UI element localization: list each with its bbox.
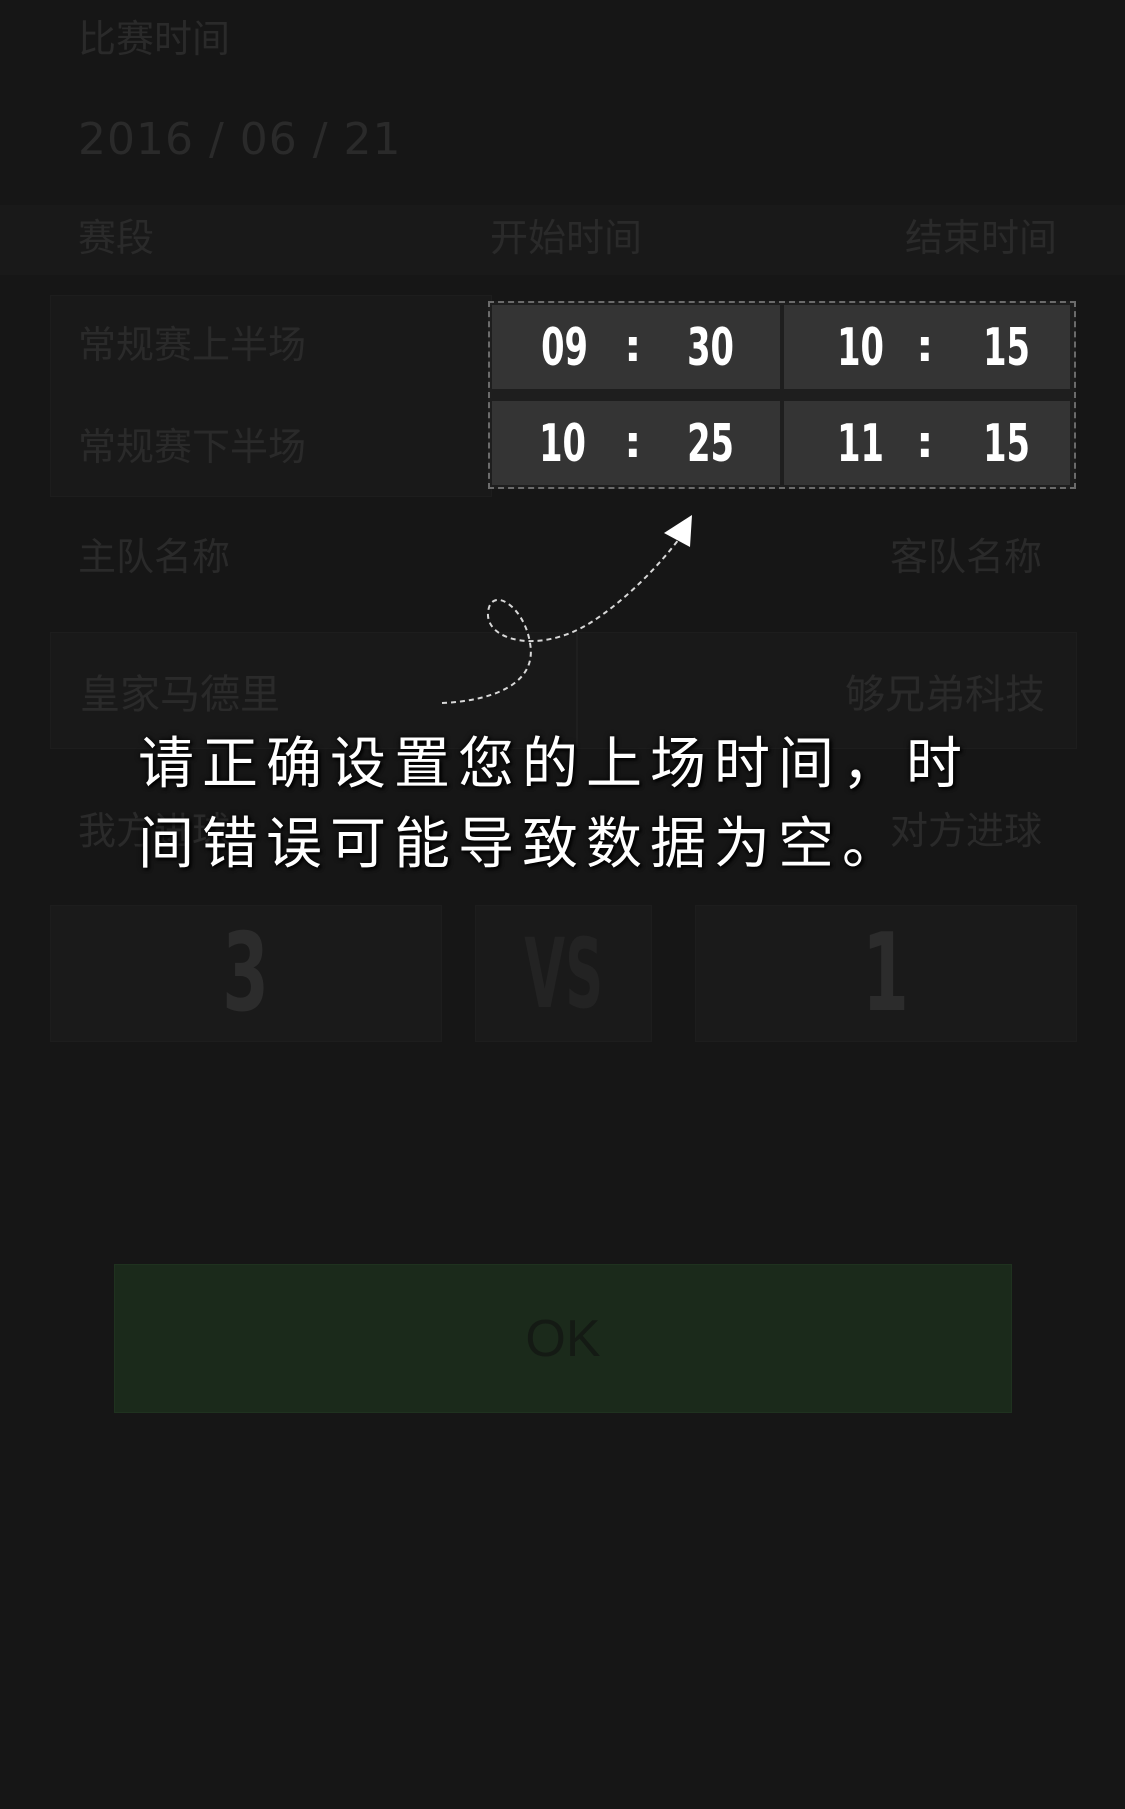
away-team-input[interactable]: 够兄弟科技 [845, 675, 1045, 715]
their-score-box[interactable]: 1 [695, 905, 1077, 1042]
end-time-column-header: 结束时间 [905, 216, 1058, 260]
first-half-start-hour[interactable]: 09 [541, 322, 588, 374]
period-label-second-half: 常规赛下半场 [78, 425, 307, 469]
second-half-end-time[interactable]: 11 : 15 [784, 401, 1070, 485]
home-team-input[interactable]: 皇家马德里 [80, 675, 280, 715]
our-score: 3 [222, 910, 270, 1036]
first-half-start-time[interactable]: 09 : 30 [492, 305, 780, 389]
hint-line-1: 请正确设置您的上场时间，时 [138, 732, 970, 797]
period-column-header: 赛段 [78, 216, 155, 260]
first-half-end-minute[interactable]: 15 [983, 322, 1030, 374]
second-half-end-minute[interactable]: 15 [983, 418, 1030, 470]
time-separator: : [916, 417, 934, 468]
start-time-column-header: 开始时间 [490, 216, 643, 260]
time-separator: : [624, 417, 642, 468]
match-time-label: 比赛时间 [78, 17, 231, 61]
first-half-end-hour[interactable]: 10 [837, 322, 884, 374]
second-half-start-time[interactable]: 10 : 25 [492, 401, 780, 485]
their-score: 1 [862, 910, 910, 1036]
time-separator: : [916, 321, 934, 372]
vs-label: VS [524, 917, 603, 1030]
hint-line-2: 间错误可能导致数据为空。 [138, 812, 906, 877]
second-half-end-hour[interactable]: 11 [837, 418, 884, 470]
first-half-end-time[interactable]: 10 : 15 [784, 305, 1070, 389]
second-half-start-hour[interactable]: 10 [539, 418, 586, 470]
period-header-row: 赛段 开始时间 结束时间 [0, 205, 1125, 275]
second-half-start-minute[interactable]: 25 [687, 418, 734, 470]
our-score-box[interactable]: 3 [50, 905, 442, 1042]
pointer-arrow-icon [441, 515, 692, 704]
ok-button-label: OK [525, 1309, 601, 1368]
time-picker-highlight: 09 : 30 10 : 15 10 : 25 11 : 15 [488, 301, 1076, 489]
first-half-start-minute[interactable]: 30 [687, 322, 734, 374]
ok-button[interactable]: OK [114, 1264, 1012, 1413]
vs-box: VS [475, 905, 652, 1042]
hint-message: 请正确设置您的上场时间，时 间错误可能导致数据为空。 [138, 725, 998, 885]
match-date[interactable]: 2016 / 06 / 21 [78, 114, 402, 165]
home-team-label: 主队名称 [78, 535, 231, 579]
period-label-first-half: 常规赛上半场 [78, 323, 307, 367]
time-separator: : [624, 321, 642, 372]
away-team-label: 客队名称 [889, 535, 1042, 579]
